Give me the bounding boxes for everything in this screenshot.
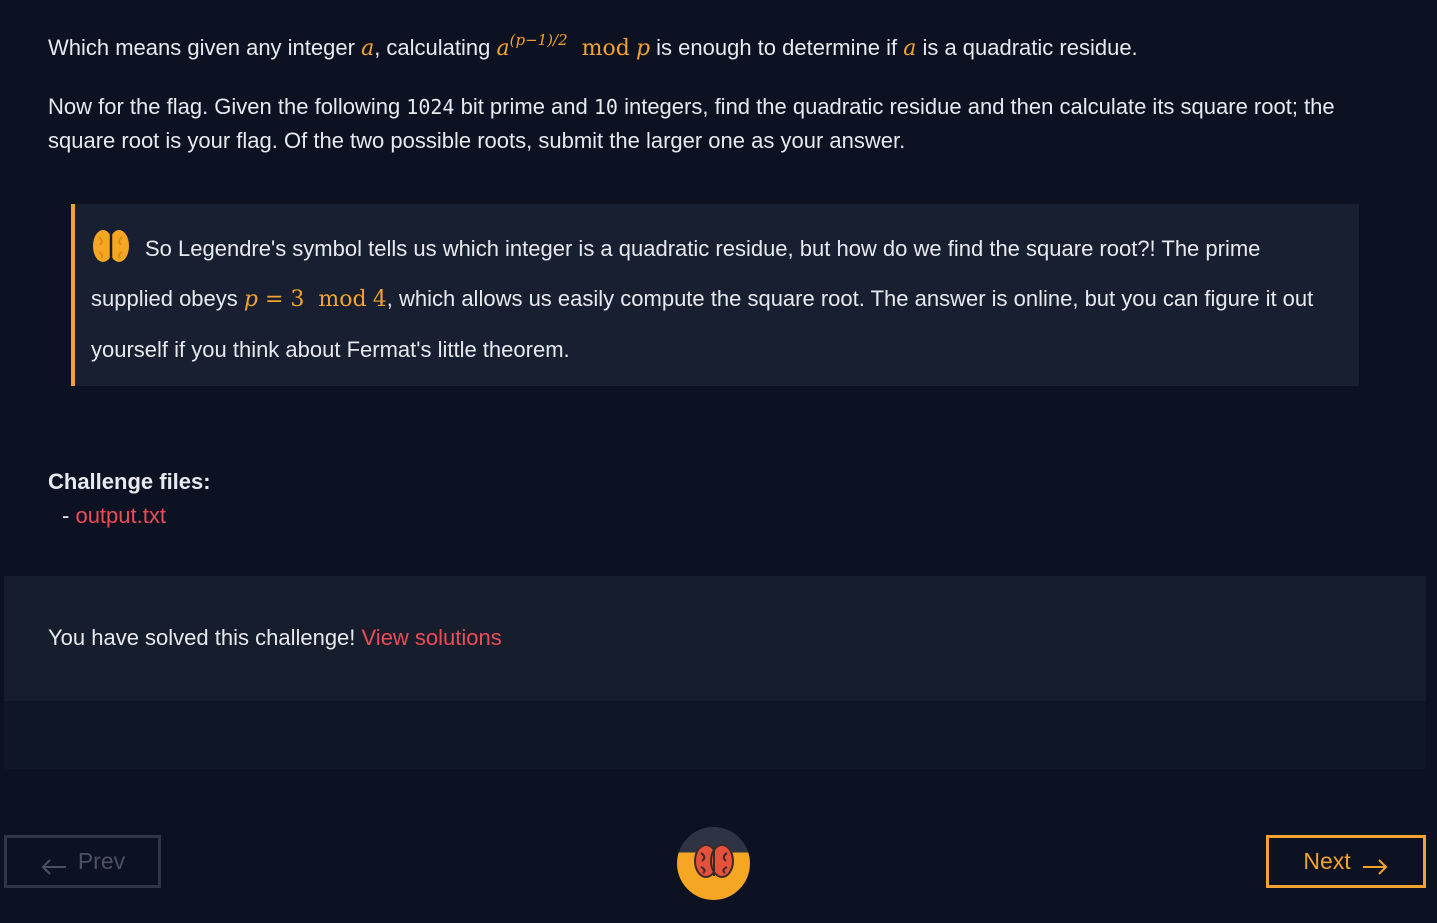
intro-text: is a quadratic residue.	[916, 35, 1138, 60]
intro-text: Which means given any integer	[48, 35, 362, 60]
hint-callout: So Legendre's symbol tells us which inte…	[71, 204, 1359, 386]
math-p: p	[635, 36, 651, 61]
next-label: Next	[1303, 848, 1351, 874]
math-mod: mod	[581, 36, 630, 61]
prev-button[interactable]: Prev	[4, 835, 161, 888]
brain-icon	[91, 227, 131, 265]
next-button[interactable]: Next	[1266, 835, 1426, 888]
brain-logo-icon	[692, 841, 736, 887]
math-four: 4	[372, 287, 387, 312]
math-a: a	[903, 36, 917, 61]
view-solutions-link[interactable]: View solutions	[362, 625, 502, 650]
brain-logo-button[interactable]	[677, 827, 750, 900]
flag-paragraph: Now for the flag. Given the following 10…	[48, 90, 1388, 158]
intro-paragraph: Which means given any integer a, calcula…	[48, 22, 1388, 67]
flag-text: Now for the flag. Given the following	[48, 94, 407, 119]
math-eq: = 3	[257, 287, 305, 312]
solved-message: You have solved this challenge! View sol…	[48, 622, 502, 654]
prev-label: Prev	[77, 848, 126, 874]
challenge-file-item: - output.txt	[62, 500, 166, 532]
flag-text: bit prime and	[454, 94, 594, 119]
panel-footer	[4, 701, 1426, 769]
math-base: a	[496, 36, 510, 61]
solved-panel: You have solved this challenge! View sol…	[4, 576, 1426, 701]
math-exponent: (p−1)/2	[509, 31, 568, 49]
math-a: a	[361, 36, 375, 61]
math-mod: mod	[318, 287, 367, 312]
file-link-output[interactable]: output.txt	[75, 503, 166, 528]
bit-count: 1024	[406, 95, 455, 119]
list-dash: -	[62, 503, 76, 528]
intro-text: , calculating	[374, 35, 497, 60]
solved-text: You have solved this challenge!	[48, 625, 362, 650]
challenge-files-title: Challenge files:	[48, 469, 211, 494]
arrow-left-icon	[40, 854, 68, 875]
intro-text: is enough to determine if	[650, 35, 904, 60]
arrow-right-icon	[1361, 854, 1389, 875]
math-p: p	[243, 287, 258, 312]
integer-count: 10	[593, 95, 618, 119]
